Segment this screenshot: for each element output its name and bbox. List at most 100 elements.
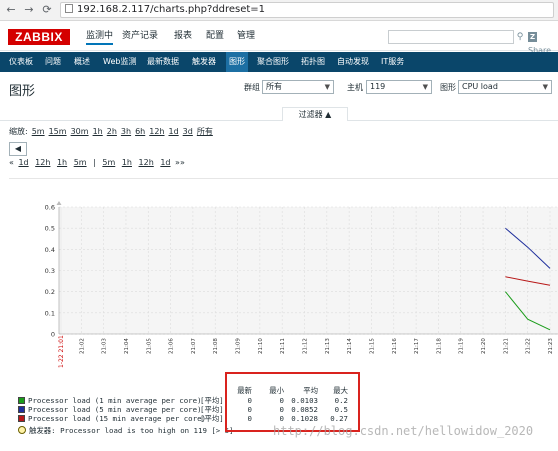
page-icon (65, 4, 73, 13)
browser-address-bar: ← → ⟳ 192.168.2.117/charts.php?ddreset=1 (0, 0, 558, 21)
filter-divider (0, 120, 558, 121)
trigger-text: 触发器: Processor load is too high on 119 (29, 426, 207, 435)
y-tick-label: 0.1 (45, 309, 55, 317)
zoom-1d[interactable]: 1d (169, 127, 179, 136)
x-tick-label: 21:15 (369, 338, 375, 354)
watermark-text: http://blog.csdn.net/hellowidow_2020 (273, 424, 534, 438)
zabbix-logo[interactable]: ZABBIX (8, 29, 70, 45)
zoom-3h[interactable]: 3h (121, 127, 131, 136)
zoom-3d[interactable]: 3d (183, 127, 193, 136)
chevron-down-icon: ▼ (422, 83, 428, 91)
x-tick-label: 21:14 (347, 338, 353, 354)
search-input[interactable] (388, 30, 514, 44)
menu-monitoring[interactable]: 监测中 (86, 29, 114, 45)
chevron-down-icon: ▼ (542, 83, 548, 91)
subnav-triggers[interactable]: 触发器 (192, 52, 216, 72)
legend-label: Processor load (1 min average per core) (28, 396, 202, 405)
graph-value: CPU load (462, 82, 498, 91)
host-label: 主机 (347, 83, 363, 92)
x-tick-label: 21:16 (392, 338, 398, 354)
legend-agg: [平均] (200, 414, 224, 423)
scroll-back-5m[interactable]: 5m (74, 158, 87, 167)
host-select[interactable]: 119 ▼ (366, 80, 432, 94)
menu-reports[interactable]: 报表 (174, 29, 192, 43)
zoom-12h[interactable]: 12h (149, 127, 164, 136)
page-title: 图形 (9, 84, 36, 99)
legend-swatch (18, 397, 25, 404)
x-tick-label: 21:17 (414, 338, 420, 354)
subnav-screens[interactable]: 聚合图形 (257, 52, 289, 72)
x-tick-label: 21:09 (236, 338, 242, 354)
scroll-fwd-1d[interactable]: 1d (160, 158, 170, 167)
search-icon[interactable]: ⚲ (514, 30, 526, 44)
zoom-1h[interactable]: 1h (93, 127, 103, 136)
zoom-30m[interactable]: 30m (71, 127, 89, 136)
zoom-all[interactable]: 所有 (197, 127, 213, 136)
legend-swatch (18, 406, 25, 413)
group-select[interactable]: 所有 ▼ (262, 80, 334, 94)
y-tick-label: 0.6 (45, 204, 55, 212)
x-tick-label: 21:05 (146, 338, 152, 354)
url-field[interactable]: 192.168.2.117/charts.php?ddreset=1 (60, 2, 554, 18)
share-badge: Z (528, 32, 538, 42)
scroll-left-icon[interactable]: « (9, 158, 14, 167)
x-tick-label: 21:19 (459, 338, 465, 354)
zoom-15m[interactable]: 15m (49, 127, 67, 136)
menu-inventory[interactable]: 资产记录 (122, 29, 158, 43)
legend-swatch (18, 415, 25, 422)
x-tick-label: 21:22 (526, 338, 532, 354)
x-tick-label: 21:06 (169, 338, 175, 354)
subnav-overview[interactable]: 概述 (74, 52, 90, 72)
scroll-fwd-5m[interactable]: 5m (102, 158, 115, 167)
reload-icon[interactable]: ⟳ (40, 3, 54, 17)
x-tick-label: 21:10 (258, 338, 264, 354)
x-tick-label: 21:23 (548, 338, 554, 354)
x-tick-label: 21:04 (124, 338, 130, 354)
subnav-latest-data[interactable]: 最新数据 (147, 52, 179, 72)
top-header: ZABBIX 监测中 资产记录 报表 配置 管理 ⚲ ZShare (0, 21, 558, 55)
scroll-fwd-1h[interactable]: 1h (122, 158, 132, 167)
zoom-2h[interactable]: 2h (107, 127, 117, 136)
trigger-row: 触发器: Processor load is too high on 119 [… (18, 426, 234, 435)
scroll-back-12h[interactable]: 12h (35, 158, 50, 167)
back-button[interactable]: ◀ (9, 142, 27, 156)
group-label: 群组 (244, 83, 260, 92)
subnav-it-services[interactable]: IT服务 (381, 52, 404, 72)
subnav-graphs[interactable]: 图形 (226, 52, 248, 72)
subnav-discovery[interactable]: 自动发现 (337, 52, 369, 72)
subnav-dashboard[interactable]: 仪表板 (9, 52, 33, 72)
y-tick-label: 0 (51, 331, 55, 339)
scroll-back-1h[interactable]: 1h (57, 158, 67, 167)
legend-row: Processor load (15 min average per core)… (18, 414, 224, 423)
graph-label: 图形 (440, 83, 456, 92)
legend-row: Processor load (1 min average per core)[… (18, 396, 224, 405)
subnav-web[interactable]: Web监测 (103, 52, 136, 72)
graph-select[interactable]: CPU load ▼ (458, 80, 552, 94)
menu-configuration[interactable]: 配置 (206, 29, 224, 43)
menu-administration[interactable]: 管理 (237, 29, 255, 43)
trigger-dot-icon (18, 426, 26, 434)
x-tick-label: 21:02 (79, 338, 85, 354)
zoom-6h[interactable]: 6h (135, 127, 145, 136)
legend-agg: [平均] (200, 396, 224, 405)
zoom-5m[interactable]: 5m (32, 127, 45, 136)
x-tick-label: 21:21 (503, 338, 509, 354)
zoom-row: 缩放: 5m 15m 30m 1h 2h 3h 6h 12h 1d 3d 所有 (9, 127, 213, 137)
y-tick-label: 0.2 (45, 288, 55, 296)
scroll-row: « 1d 12h 1h 5m | 5m 1h 12h 1d »» (9, 158, 185, 168)
scroll-right-icon[interactable]: »» (175, 158, 185, 167)
legend-label: Processor load (15 min average per core) (28, 414, 206, 423)
arrow-right-icon[interactable]: → (22, 3, 36, 17)
y-tick-label: 0.4 (45, 246, 55, 254)
subnav-maps[interactable]: 拓扑图 (301, 52, 325, 72)
legend-label: Processor load (5 min average per core) (28, 405, 202, 414)
y-tick-label: 0.3 (45, 267, 55, 275)
highlight-box (225, 372, 360, 432)
zoom-label: 缩放: (9, 127, 28, 136)
filter-toggle[interactable]: 过滤器 ▲ (282, 107, 348, 121)
scroll-fwd-12h[interactable]: 12h (139, 158, 154, 167)
subnav-problems[interactable]: 问题 (45, 52, 61, 72)
scroll-back-1d[interactable]: 1d (18, 158, 28, 167)
legend-row: Processor load (5 min average per core)[… (18, 405, 224, 414)
arrow-left-icon[interactable]: ← (4, 3, 18, 17)
